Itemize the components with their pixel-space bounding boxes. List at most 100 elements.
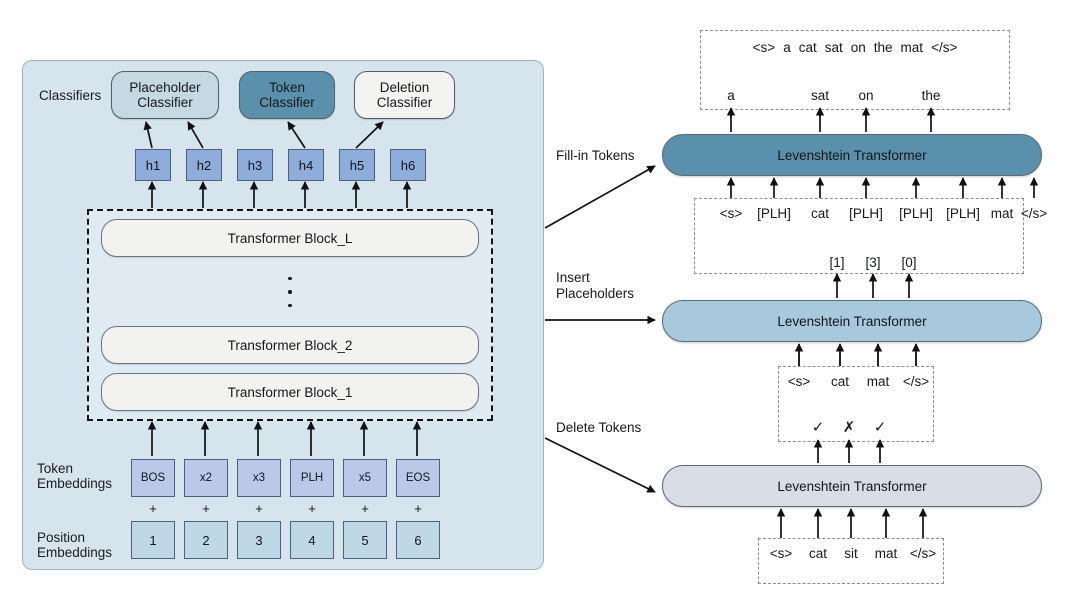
final-token-3: sat	[824, 39, 843, 55]
diagram-canvas: Classifiers Placeholder Classifier Token…	[0, 0, 1080, 599]
source-token-3: mat	[874, 546, 898, 561]
transformer-block-L-label: Transformer Block_L	[227, 230, 353, 246]
token-embedding-0: BOS	[131, 459, 175, 497]
plus-sign-5: +	[414, 501, 422, 516]
plh-input-token-3: [PLH]	[849, 206, 883, 221]
position-embedding-1: 2	[184, 521, 228, 559]
placeholder-classifier-line1: Placeholder	[129, 79, 201, 95]
token-embedding-4-label: x5	[358, 472, 372, 484]
plh-input-token-1: [PLH]	[757, 206, 791, 221]
final-token-6: mat	[900, 39, 924, 55]
position-embedding-5-label: 6	[414, 532, 422, 548]
position-embedding-3-label: 4	[308, 532, 316, 548]
hidden-state-h1-label: h1	[145, 157, 161, 173]
transformer-block-2-label: Transformer Block_2	[227, 337, 353, 353]
source-token-0: <s>	[769, 546, 793, 561]
final-token-5: the	[873, 39, 893, 55]
final-token-7: </s>	[931, 39, 958, 55]
final-token-1: a	[783, 39, 791, 55]
token-embedding-2: x3	[237, 459, 281, 497]
hidden-state-h1: h1	[135, 149, 171, 181]
levenshtein-transformer-delete[interactable]: Levenshtein Transformer	[662, 465, 1042, 507]
token-embedding-1-label: x2	[199, 472, 213, 484]
position-embedding-2-label: 3	[255, 532, 263, 548]
token-embeddings-label: Token Embeddings	[37, 461, 113, 491]
plh-input-token-5: [PLH]	[946, 206, 980, 221]
token-embedding-1: x2	[184, 459, 228, 497]
token-embedding-0-label: BOS	[140, 472, 166, 484]
placeholder-count-0: [1]	[829, 255, 845, 270]
token-classifier[interactable]: Token Classifier	[239, 71, 335, 119]
plus-sign-3: +	[308, 501, 316, 516]
source-token-4: </s>	[909, 546, 937, 561]
hidden-state-h2-label: h2	[196, 157, 212, 173]
classifiers-label: Classifiers	[39, 88, 102, 103]
vertical-ellipsis-icon	[288, 277, 292, 307]
predicted-token-1: sat	[810, 88, 830, 103]
hidden-state-h4: h4	[288, 149, 324, 181]
plh-input-token-4: [PLH]	[899, 206, 933, 221]
placeholder-classifier-line2: Classifier	[137, 95, 193, 110]
deletion-classifier-line2: Classifier	[376, 95, 433, 110]
stage-label-fill-in: Fill-in Tokens	[556, 148, 635, 163]
token-classifier-line1: Token	[268, 79, 305, 95]
position-embedding-2: 3	[237, 521, 281, 559]
token-embedding-4: x5	[343, 459, 387, 497]
transformer-block-1: Transformer Block_1	[101, 373, 479, 411]
token-embedding-3: PLH	[290, 459, 334, 497]
source-token-2: sit	[844, 546, 858, 561]
levenshtein-transformer-delete-label: Levenshtein Transformer	[777, 478, 927, 494]
final-token-4: on	[850, 39, 866, 55]
token-embedding-5: EOS	[396, 459, 440, 497]
keep-check-icon-1: ✓	[873, 419, 887, 436]
levenshtein-transformer-fill-in[interactable]: Levenshtein Transformer	[662, 134, 1042, 176]
plus-sign-2: +	[255, 501, 263, 516]
deletion-classifier-line1: Deletion	[379, 79, 430, 95]
transformer-block-L: Transformer Block_L	[101, 219, 479, 257]
hidden-state-h5-label: h5	[349, 157, 365, 173]
plus-sign-4: +	[361, 501, 369, 516]
source-input-box	[758, 538, 944, 584]
hidden-state-h6-label: h6	[400, 157, 416, 173]
position-embedding-1-label: 2	[202, 532, 210, 548]
delete-cross-icon: ✗	[842, 419, 856, 436]
levenshtein-transformer-insert-label: Levenshtein Transformer	[777, 313, 927, 329]
predicted-token-0: a	[727, 88, 735, 103]
plh-input-token-0: <s>	[719, 206, 743, 221]
placeholder-classifier[interactable]: Placeholder Classifier	[111, 71, 219, 119]
final-output-sequence: <s> a cat sat on the mat </s>	[700, 36, 1010, 58]
stage-label-insert-placeholders: Insert Placeholders	[556, 270, 635, 301]
placeholder-count-1: [3]	[865, 255, 881, 270]
hidden-state-h4-label: h4	[298, 157, 314, 173]
position-embedding-0-label: 1	[149, 532, 157, 548]
deletion-classifier[interactable]: Deletion Classifier	[354, 71, 455, 119]
predicted-token-3: the	[921, 88, 941, 103]
plus-sign-0: +	[149, 501, 157, 516]
kept-token-1: cat	[830, 374, 850, 389]
final-token-2: cat	[798, 39, 817, 55]
source-token-1: cat	[808, 546, 828, 561]
position-embedding-0: 1	[131, 521, 175, 559]
position-embedding-5: 6	[396, 521, 440, 559]
keep-check-icon-0: ✓	[811, 419, 825, 436]
token-embedding-5-label: EOS	[405, 472, 431, 484]
plh-input-token-6: mat	[990, 206, 1014, 221]
position-embeddings-label: Position Embeddings	[37, 530, 113, 560]
position-embedding-3: 4	[290, 521, 334, 559]
position-embedding-4-label: 5	[361, 532, 369, 548]
position-embedding-4: 5	[343, 521, 387, 559]
hidden-state-h5: h5	[339, 149, 375, 181]
levenshtein-transformer-insert[interactable]: Levenshtein Transformer	[662, 300, 1042, 342]
placeholder-count-2: [0]	[901, 255, 917, 270]
predicted-token-2: on	[858, 88, 874, 103]
token-embedding-2-label: x3	[252, 472, 266, 484]
encoder-panel: Classifiers Placeholder Classifier Token…	[22, 60, 544, 570]
kept-token-2: mat	[866, 374, 890, 389]
plh-input-token-7: </s>	[1020, 206, 1048, 221]
plus-sign-1: +	[202, 501, 210, 516]
token-embedding-3-label: PLH	[300, 472, 324, 484]
token-classifier-line2: Classifier	[259, 95, 315, 110]
hidden-state-h6: h6	[390, 149, 426, 181]
transformer-block-1-label: Transformer Block_1	[227, 384, 353, 400]
final-token-0: <s>	[752, 39, 776, 55]
